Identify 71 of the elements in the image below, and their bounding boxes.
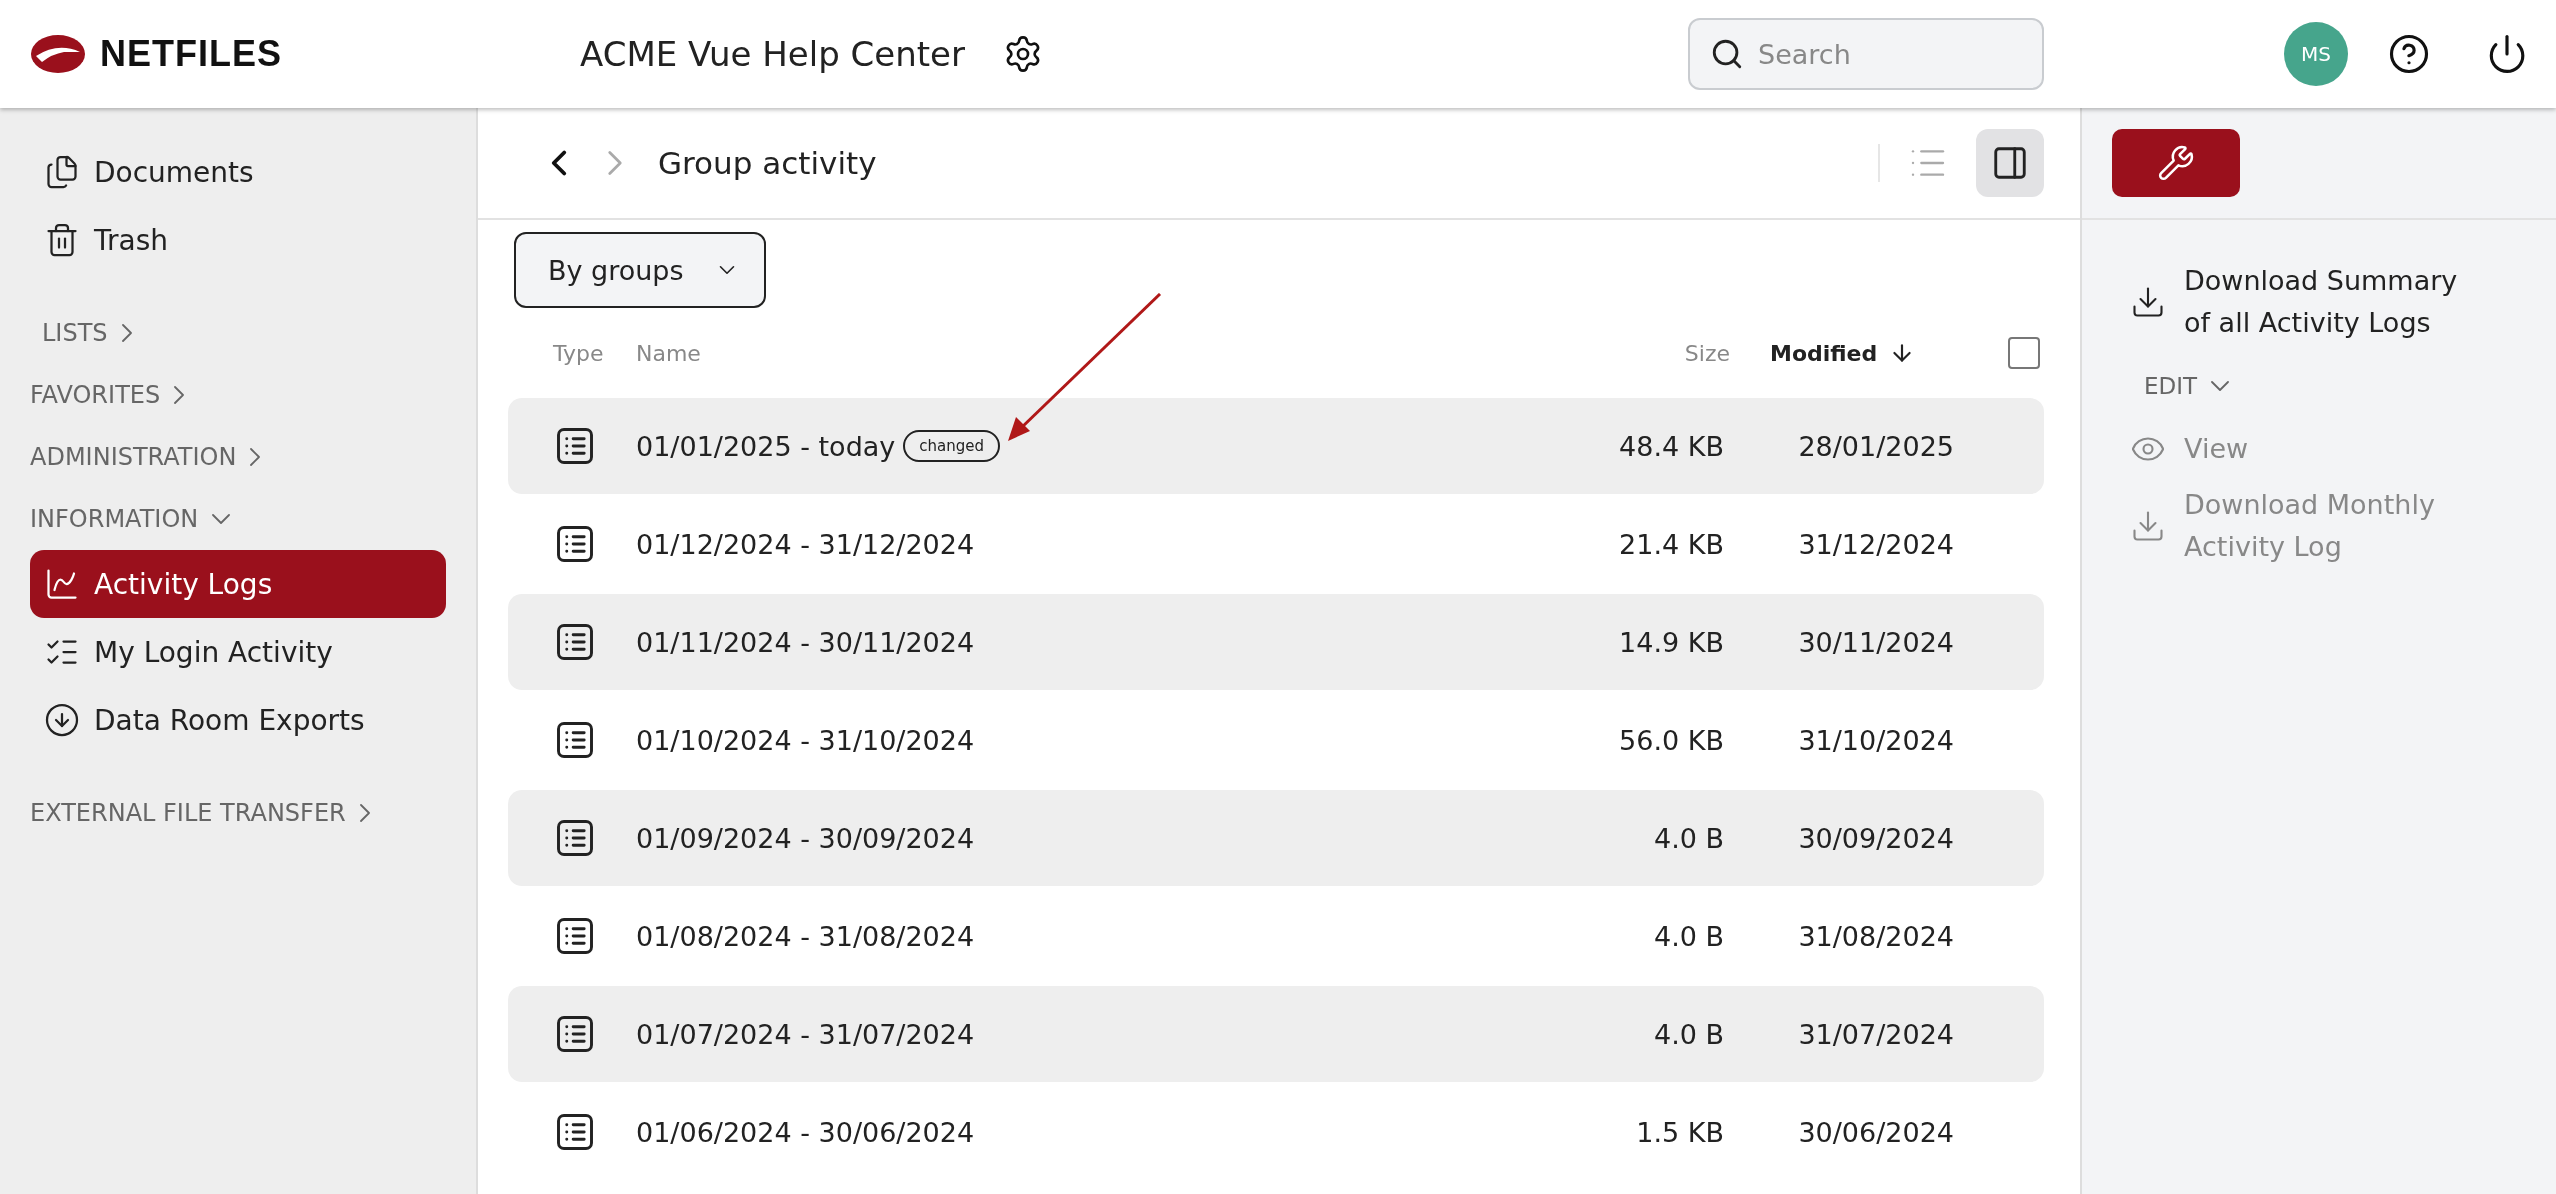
file-name: 01/11/2024 - 30/11/2024: [636, 626, 975, 658]
sidebar-item[interactable]: My Login Activity: [30, 618, 446, 686]
file-row[interactable]: 01/07/2024 - 31/07/2024 4.0 B 31/07/2024: [508, 986, 2044, 1082]
panel-section[interactable]: EDIT: [2130, 358, 2516, 414]
file-name: 01/09/2024 - 30/09/2024: [636, 822, 975, 854]
file-name: 01/12/2024 - 31/12/2024: [636, 528, 975, 560]
file-size: 56.0 KB: [1619, 724, 1724, 756]
help-icon[interactable]: [2388, 33, 2430, 75]
panel-view-icon[interactable]: [1976, 129, 2044, 197]
status-tag: changed: [903, 430, 1001, 462]
modified-date: 31/10/2024: [1798, 724, 1954, 756]
file-name: 01/01/2025 - today changed: [636, 430, 1001, 462]
sidebar-section[interactable]: INFORMATION: [30, 488, 446, 550]
chevron-right-icon: [359, 804, 370, 822]
chevron-down-icon: [212, 514, 231, 524]
search-icon: [1710, 37, 1744, 71]
file-name: 01/10/2024 - 31/10/2024: [636, 724, 975, 756]
file-size: 1.5 KB: [1636, 1116, 1724, 1148]
sidebar-section[interactable]: LISTS: [30, 302, 446, 364]
search-input[interactable]: Search: [1756, 37, 2020, 71]
file-size: 4.0 B: [1653, 1018, 1724, 1050]
modified-date: 30/09/2024: [1798, 822, 1954, 854]
wrench-icon: [2157, 144, 2195, 182]
file-size: 14.9 KB: [1619, 626, 1724, 658]
sidebar-item[interactable]: Trash: [30, 206, 446, 274]
file-size: 4.0 B: [1653, 920, 1724, 952]
sidebar-item[interactable]: Documents: [30, 138, 446, 206]
search-field[interactable]: Search: [1688, 18, 2044, 90]
line-chart-icon: [44, 566, 80, 602]
file-row[interactable]: 01/11/2024 - 30/11/2024 14.9 KB 30/11/2024: [508, 594, 2044, 690]
chevron-down-icon: [2211, 381, 2230, 391]
column-header[interactable]: Type: [553, 340, 604, 366]
download-circle-icon: [44, 702, 80, 738]
file-row[interactable]: 01/06/2024 - 30/06/2024 1.5 KB 30/06/2024: [508, 1084, 2044, 1180]
file-row[interactable]: 01/12/2024 - 31/12/2024 21.4 KB 31/12/2024: [508, 496, 2044, 592]
modified-date: 31/07/2024: [1798, 1018, 1954, 1050]
file-row[interactable]: 01/09/2024 - 30/09/2024 4.0 B 30/09/2024: [508, 790, 2044, 886]
modified-date: 30/06/2024: [1798, 1116, 1954, 1148]
sidebar-section[interactable]: ADMINISTRATION: [30, 426, 446, 488]
modified-date: 28/01/2025: [1798, 430, 1954, 462]
workspace-title: ACME Vue Help Center: [580, 34, 965, 74]
file-row[interactable]: 01/10/2024 - 31/10/2024 56.0 KB 31/10/2024: [508, 692, 2044, 788]
file-size: 21.4 KB: [1619, 528, 1724, 560]
column-header[interactable]: Modified: [1770, 340, 1916, 366]
file-row[interactable]: 01/08/2024 - 31/08/2024 4.0 B 31/08/2024: [508, 888, 2044, 984]
file-name: 01/07/2024 - 31/07/2024: [636, 1018, 975, 1050]
logo-text: NETFILES: [100, 33, 282, 75]
file-name: 01/06/2024 - 30/06/2024: [636, 1116, 975, 1148]
column-header[interactable]: Name: [636, 340, 701, 366]
modified-date: 30/11/2024: [1798, 626, 1954, 658]
file-name: 01/08/2024 - 31/08/2024: [636, 920, 975, 952]
column-header[interactable]: Size: [1684, 340, 1730, 366]
file-size: 48.4 KB: [1619, 430, 1724, 462]
chevron-right-icon: [250, 448, 261, 466]
logo-icon: [30, 34, 86, 74]
select-all-checkbox[interactable]: [2008, 337, 2040, 369]
chevron-right-icon: [174, 386, 185, 404]
sidebar-section[interactable]: FAVORITES: [30, 364, 446, 426]
tools-button[interactable]: [2112, 129, 2240, 197]
file-row[interactable]: 01/01/2025 - today changed 48.4 KB 28/01/2025: [508, 398, 2044, 494]
sidebar-item[interactable]: Activity Logs: [30, 550, 446, 618]
modified-date: 31/12/2024: [1798, 528, 1954, 560]
panel-action[interactable]: Download Summary of all Activity Logs: [2130, 260, 2490, 344]
page-title: Group activity: [658, 145, 877, 181]
file-size: 4.0 B: [1653, 822, 1724, 854]
chevron-right-icon: [121, 324, 132, 342]
documents-icon: [44, 154, 80, 190]
sidebar-item[interactable]: Data Room Exports: [30, 686, 446, 754]
group-dropdown[interactable]: By groups: [514, 232, 766, 308]
modified-date: 31/08/2024: [1798, 920, 1954, 952]
sidebar-section[interactable]: EXTERNAL FILE TRANSFER: [30, 782, 446, 844]
